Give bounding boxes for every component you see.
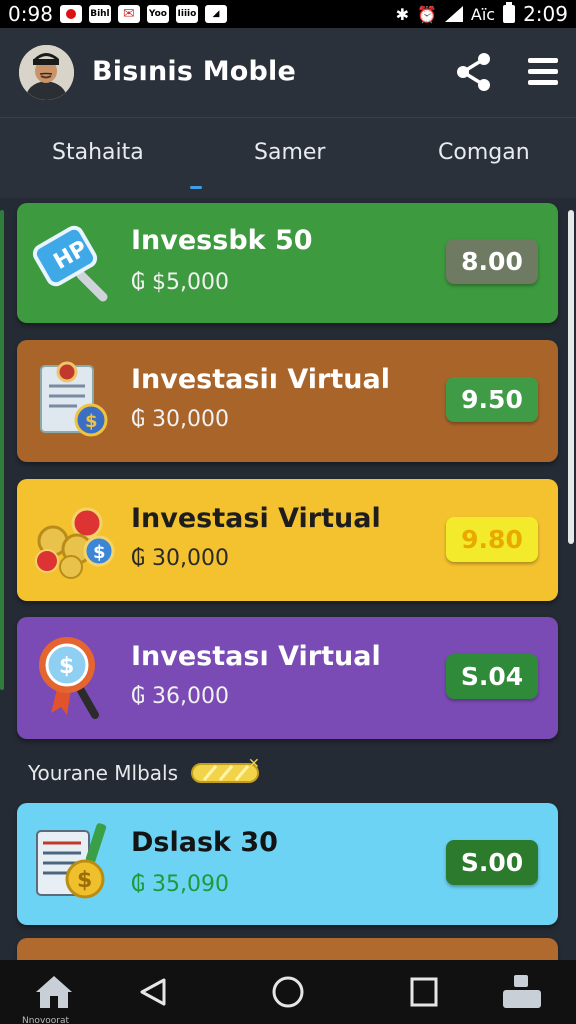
home-caption: Nnovoorat [22,1016,70,1024]
card-amount: ₲ $5,000 [131,270,229,295]
home-icon [36,976,72,1008]
recents-square-icon [410,977,438,1007]
investment-card-5[interactable]: $ Dslask 30 ₲ 35,090 S.00 [17,803,558,925]
home-circle-icon [272,976,304,1008]
bottom-nav-bar: Nnovoorat [0,960,576,1024]
svg-text:$: $ [59,654,74,679]
card-title: Investasiı Virtual [131,364,390,395]
menu-button[interactable] [524,52,562,92]
back-triangle-icon [140,978,166,1006]
tab-stahaita[interactable]: Stahaita [52,140,144,165]
investment-card-4[interactable]: $ Investası Virtual ₲ 36,000 S.04 [17,617,558,739]
sim-icon: Bihl [88,5,111,23]
app-title: Bisınis Moble [92,56,297,87]
card-amount: ₲ 30,000 [131,407,229,432]
tab-samer[interactable]: Samer [254,140,325,165]
investment-card-2[interactable]: $ Investasiı Virtual ₲ 30,000 9.50 [17,340,558,462]
card-title: Dslask 30 [131,827,278,858]
battery-icon [503,2,516,23]
left-edge-accent [0,210,4,690]
card-amount: ₲ 36,000 [131,684,229,709]
notification-icon [59,5,82,23]
profile-person-icon [19,45,74,100]
back-button[interactable] [132,972,176,1012]
home-button[interactable] [32,972,76,1012]
coins-pile-icon: $ [31,493,127,583]
gold-bar-icon: ✕ [190,756,262,786]
card-amount: ₲ 30,000 [131,546,229,571]
notification-box-icon: Yoo [146,5,169,23]
card-title: Invessbk 50 [131,225,313,256]
alarm-icon: ⏰ [416,4,437,24]
scrollbar[interactable] [568,210,574,544]
price-button[interactable]: 9.80 [446,517,538,562]
signal-icon [444,6,463,22]
svg-text:$: $ [77,868,92,893]
hamburger-menu-icon [528,58,558,85]
status-bar: 0:98 Bihl ✉ Yoo Iiiio ◢ ✱ ⏰ Aïc 2:09 [0,0,576,28]
status-time-right: 2:09 [523,2,568,26]
report-coin-icon: $ [31,819,127,909]
investment-card-1[interactable]: HP Invessbk 50 ₲ $5,000 8.00 [17,203,558,323]
share-icon [457,53,490,91]
home-circle-button[interactable] [266,972,310,1012]
tab-comgan[interactable]: Comgan [438,140,530,165]
bluetooth-icon: ✱ [395,4,409,24]
section-label: Yourane Mlbals [28,761,179,785]
network-label: Aïc [470,4,496,24]
avatar[interactable] [19,45,74,100]
magnifier-coin-icon: $ [31,629,127,719]
recents-button[interactable] [402,972,446,1012]
svg-text:$: $ [85,411,98,432]
investment-card-6-partial[interactable] [17,938,558,960]
investment-card-3[interactable]: $ Investasi Virtual ₲ 30,000 9.80 [17,479,558,601]
price-button[interactable]: S.00 [446,840,538,885]
card-list[interactable]: HP Invessbk 50 ₲ $5,000 8.00 $ Investasi… [0,198,576,960]
status-time-left: 0:98 [8,2,53,26]
notification-box-icon-3: ◢ [204,5,227,23]
svg-text:$: $ [93,542,106,563]
price-button[interactable]: 8.00 [446,239,538,284]
notification-box-icon-2: Iiiio [175,5,198,23]
price-button[interactable]: S.04 [446,654,538,699]
magnifier-tag-icon: HP [31,217,127,307]
price-button[interactable]: 9.50 [446,377,538,422]
card-amount: ₲ 35,090 [131,872,229,897]
share-button[interactable] [453,50,495,94]
tab-bar: Stahaita Samer Comgan [0,118,576,198]
tab-indicator [190,186,202,189]
document-coin-icon: $ [31,356,127,446]
app-screen: { "status_bar": { "time_left": "0:98", "… [0,0,576,1024]
profile-nav-button[interactable] [500,972,544,1012]
svg-text:✕: ✕ [248,756,260,772]
app-bar: Bisınis Moble [0,28,576,118]
mail-icon: ✉ [117,5,140,23]
card-title: Investası Virtual [131,641,381,672]
profile-icon [503,975,541,1008]
card-title: Investasi Virtual [131,503,381,534]
